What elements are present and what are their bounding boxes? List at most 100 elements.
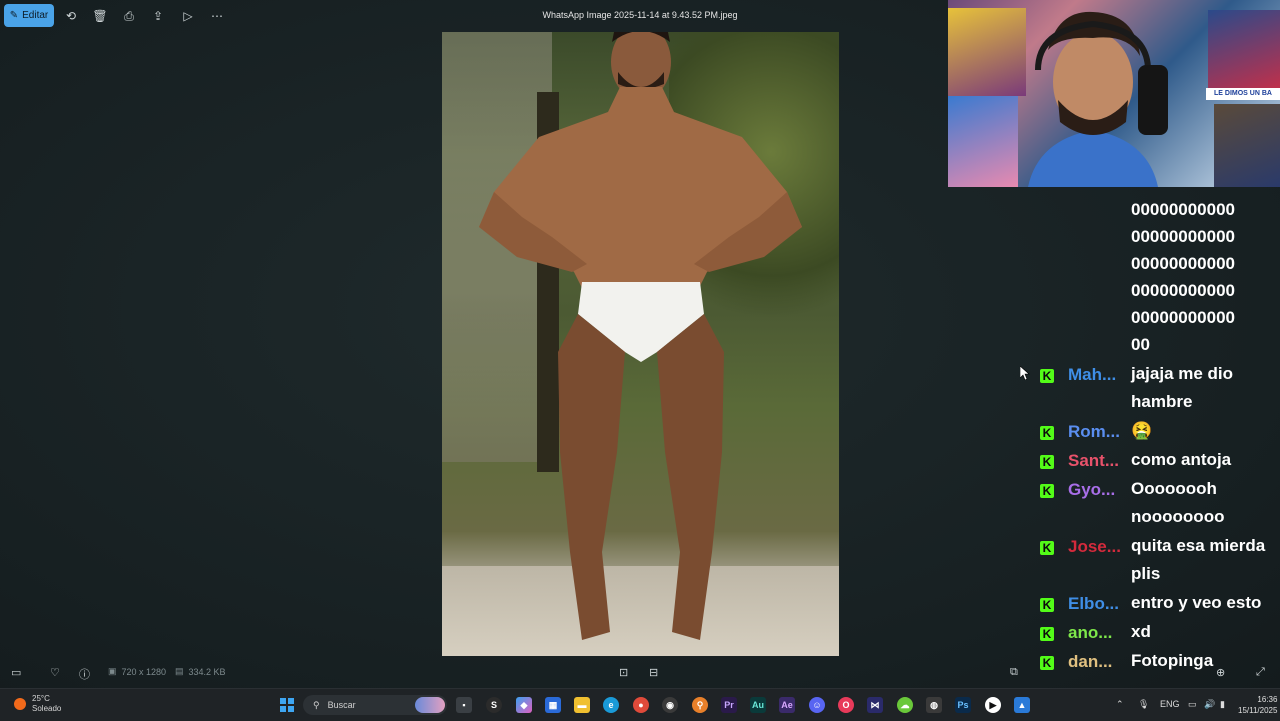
windows-start-icon[interactable]: [280, 698, 294, 712]
chat-text: 🤮: [1131, 421, 1153, 440]
share-icon[interactable]: ⇪: [150, 8, 166, 24]
obs-icon[interactable]: ◉: [662, 697, 678, 713]
weather-condition: Soleado: [32, 704, 62, 713]
favorite-button[interactable]: ♡: [50, 666, 60, 679]
system-clock[interactable]: 16:36 15/11/2025: [1238, 694, 1277, 716]
kick-badge-icon: K: [1040, 369, 1054, 383]
sun-icon: [14, 698, 26, 710]
streamer-figure: [1028, 11, 1168, 187]
chat-text: entro y veo esto: [1131, 593, 1262, 612]
more-options-icon[interactable]: ⋯: [209, 8, 225, 24]
audition-icon[interactable]: Au: [750, 697, 766, 713]
print-icon[interactable]: ⎙: [121, 8, 137, 24]
kick-badge-icon: K: [1040, 627, 1054, 641]
spam-line: 00000000000: [1131, 281, 1236, 300]
chat-username[interactable]: Rom...: [1068, 422, 1124, 442]
dimensions-text: 720 x 1280: [121, 666, 167, 677]
gamepad-icon[interactable]: ◍: [926, 697, 942, 713]
mouse-cursor-icon: [1020, 366, 1030, 380]
rotate-icon[interactable]: ⟲: [63, 8, 79, 24]
edit-icon: ✎: [9, 10, 19, 21]
edit-button-label: Editar: [22, 10, 49, 21]
poster-bottom-right: [1214, 104, 1280, 187]
network-icon[interactable]: ▭: [1188, 699, 1197, 710]
tray-overflow-icon[interactable]: ⌃: [1116, 699, 1124, 710]
chat-username[interactable]: Jose...: [1068, 537, 1124, 557]
discord-icon[interactable]: ☺: [809, 697, 825, 713]
media-player-icon[interactable]: ▶: [985, 697, 1001, 713]
spam-line: 00000000000: [1131, 200, 1236, 219]
photoshop-icon[interactable]: Ps: [955, 697, 971, 713]
image-dimensions: ▣ 720 x 1280: [108, 666, 166, 677]
app-s-icon[interactable]: S: [486, 697, 502, 713]
store-icon[interactable]: ▦: [545, 697, 561, 713]
photos-app-icon[interactable]: ▲: [1014, 697, 1030, 713]
crop-icon: ⊡: [619, 667, 629, 679]
cloud-app-icon[interactable]: ☁: [897, 697, 913, 713]
filmstrip-toggle[interactable]: ▭: [11, 666, 21, 679]
dimensions-icon: ▣: [108, 666, 117, 676]
spam-line: 00: [1131, 335, 1150, 354]
opera-icon[interactable]: O: [838, 697, 854, 713]
search-icon: ⚲: [313, 699, 320, 710]
filmstrip-icon: ▭: [11, 667, 22, 679]
slideshow-icon[interactable]: ▷: [180, 8, 196, 24]
spam-line: 00000000000: [1131, 254, 1236, 273]
info-button[interactable]: ⓘ: [79, 666, 90, 682]
task-view-icon[interactable]: ▪: [456, 697, 472, 713]
copilot-icon[interactable]: ◆: [516, 697, 532, 713]
file-title: WhatsApp Image 2025-11-14 at 9.43.52 PM.…: [542, 10, 738, 20]
taskbar-search[interactable]: ⚲ Buscar: [303, 695, 447, 715]
chat-username[interactable]: Gyo...: [1068, 480, 1124, 500]
chat-text: xd: [1131, 622, 1151, 641]
spam-line: 00000000000: [1131, 227, 1236, 246]
battery-icon[interactable]: ▮: [1220, 699, 1225, 710]
kick-badge-icon: K: [1040, 426, 1054, 440]
stream-chat: 00000000000 00000000000 00000000000 0000…: [1034, 196, 1280, 676]
heart-icon: ♡: [50, 667, 60, 679]
file-explorer-icon[interactable]: ▬: [574, 697, 590, 713]
weather-widget[interactable]: 25°C Soleado: [14, 694, 61, 714]
chat-username[interactable]: Sant...: [1068, 451, 1124, 471]
chat-username[interactable]: ano...: [1068, 623, 1124, 643]
crop-button[interactable]: ⊡: [619, 666, 628, 679]
kick-badge-icon: K: [1040, 541, 1054, 555]
visual-search-icon: ⊟: [649, 667, 659, 679]
volume-icon[interactable]: 🔊: [1204, 699, 1215, 710]
file-size-text: 334.2 KB: [188, 666, 226, 677]
spam-line: 00000000000: [1131, 308, 1236, 327]
visual-search-button[interactable]: ⊟: [649, 666, 658, 679]
weather-text: 25°C Soleado: [32, 694, 61, 714]
chat-text: jajaja me dio hambre: [1131, 364, 1234, 411]
viewed-photo: [442, 32, 839, 656]
kick-badge-icon: K: [1040, 656, 1054, 670]
chat-text: Oooooooh noooooooo: [1131, 479, 1225, 526]
search-highlight-image: [415, 697, 445, 713]
microphone-icon[interactable]: 🎙: [1138, 699, 1149, 710]
after-effects-icon[interactable]: Ae: [779, 697, 795, 713]
chat-text: como antoja: [1131, 450, 1232, 469]
delete-icon[interactable]: 🗑: [92, 8, 108, 24]
webcam-overlay: LE DIMOS UN BA: [948, 0, 1280, 187]
language-indicator[interactable]: ENG: [1160, 699, 1180, 709]
chat-text: Fotopinga: [1131, 651, 1214, 670]
fit-view-button[interactable]: ⧉: [1010, 666, 1018, 679]
chat-username[interactable]: Elbo...: [1068, 594, 1124, 614]
app-search-orange-icon[interactable]: ⚲: [692, 697, 708, 713]
chat-username[interactable]: dan...: [1068, 652, 1124, 672]
edge-icon[interactable]: e: [603, 697, 619, 713]
clock-date: 15/11/2025: [1238, 706, 1278, 715]
photo-figure: [479, 32, 802, 640]
chrome-icon[interactable]: ●: [633, 697, 649, 713]
edit-button[interactable]: ✎ Editar: [4, 4, 54, 27]
poster-caption: LE DIMOS UN BA: [1206, 88, 1280, 100]
clock-time: 16:36: [1257, 695, 1278, 704]
search-placeholder: Buscar: [327, 700, 356, 710]
premiere-icon[interactable]: Pr: [721, 697, 737, 713]
viewer-toolbar: ✎ Editar ⟲ 🗑 ⎙ ⇪ ▷ ⋯ WhatsApp Image 2025…: [0, 0, 940, 32]
temperature: 25°C: [32, 694, 50, 703]
info-icon: ⓘ: [79, 669, 90, 681]
visual-studio-icon[interactable]: ⋈: [867, 697, 883, 713]
chat-username[interactable]: Mah...: [1068, 365, 1124, 385]
chat-text: quita esa mierda plis: [1131, 536, 1266, 583]
